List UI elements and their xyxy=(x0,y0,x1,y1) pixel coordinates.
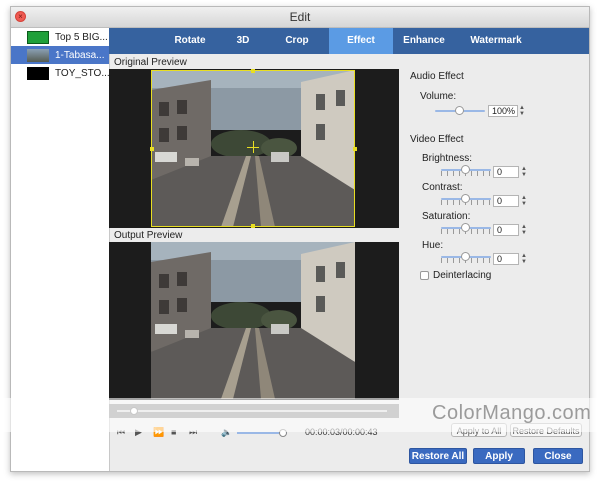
file-name: Top 5 BIG... xyxy=(55,31,108,43)
saturation-input[interactable]: 0 xyxy=(493,224,519,236)
contrast-stepper-icon[interactable]: ▲ ▼ xyxy=(520,195,528,207)
tab-bar: Rotate 3D Crop Effect Enhance Watermark xyxy=(109,28,589,54)
title-bar: × Edit xyxy=(11,7,589,28)
tab-3d[interactable]: 3D xyxy=(223,28,263,54)
volume-slider-knob[interactable] xyxy=(455,106,464,115)
audio-effect-heading: Audio Effect xyxy=(410,71,464,82)
contrast-input[interactable]: 0 xyxy=(493,195,519,207)
deinterlacing-label: Deinterlacing xyxy=(433,270,492,281)
tab-rotate[interactable]: Rotate xyxy=(157,28,223,54)
brightness-input[interactable]: 0 xyxy=(493,166,519,178)
watermark-text: ColorMango.com xyxy=(432,402,592,424)
tab-enhance[interactable]: Enhance xyxy=(397,28,451,54)
brightness-stepper-icon[interactable]: ▲ ▼ xyxy=(520,166,528,178)
saturation-label: Saturation: xyxy=(422,211,471,222)
restore-all-button[interactable]: Restore All xyxy=(409,448,467,464)
file-thumbnail xyxy=(27,66,49,80)
apply-button[interactable]: Apply xyxy=(473,448,525,464)
file-name: 1-Tabasa... xyxy=(55,49,105,61)
original-preview-label: Original Preview xyxy=(114,57,187,68)
crosshair-icon xyxy=(253,141,254,153)
file-thumbnail xyxy=(27,48,49,62)
saturation-stepper-icon[interactable]: ▲ ▼ xyxy=(520,224,528,236)
volume-input[interactable]: 100% xyxy=(488,105,518,117)
hue-input[interactable]: 0 xyxy=(493,253,519,265)
crop-handle[interactable] xyxy=(251,69,255,73)
window-title: Edit xyxy=(289,10,311,24)
crop-handle[interactable] xyxy=(251,224,255,228)
brightness-label: Brightness: xyxy=(422,153,473,164)
contrast-label: Contrast: xyxy=(422,182,463,193)
volume-stepper-icon[interactable]: ▲ ▼ xyxy=(518,105,526,117)
file-item-selected[interactable]: 1-Tabasa... xyxy=(11,46,109,64)
effect-settings-panel: Audio Effect Volume: 100% ▲ ▼ Video Effec… xyxy=(409,67,579,297)
hue-label: Hue: xyxy=(422,240,444,251)
crop-handle[interactable] xyxy=(150,147,154,151)
tab-watermark[interactable]: Watermark xyxy=(461,28,531,54)
tab-crop[interactable]: Crop xyxy=(271,28,323,54)
original-preview xyxy=(109,69,399,228)
close-button[interactable]: Close xyxy=(533,448,583,464)
crop-handle[interactable] xyxy=(353,147,357,151)
file-thumbnail xyxy=(27,30,49,44)
hue-slider-knob[interactable] xyxy=(461,252,470,261)
file-name: TOY_STO... xyxy=(55,67,110,79)
volume-label: Volume: xyxy=(420,91,457,102)
hue-stepper-icon[interactable]: ▲ ▼ xyxy=(520,253,528,265)
deinterlacing-checkbox[interactable] xyxy=(420,271,429,280)
output-video-frame xyxy=(151,242,355,399)
file-item[interactable]: Top 5 BIG... xyxy=(11,28,109,46)
street-scene-image xyxy=(151,242,355,399)
output-preview-label: Output Preview xyxy=(114,230,183,241)
output-preview xyxy=(109,242,399,400)
contrast-slider-knob[interactable] xyxy=(461,194,470,203)
saturation-slider-knob[interactable] xyxy=(461,223,470,232)
tab-effect[interactable]: Effect xyxy=(329,28,393,54)
brightness-slider-knob[interactable] xyxy=(461,165,470,174)
video-effect-heading: Video Effect xyxy=(410,134,464,145)
file-item[interactable]: TOY_STO... xyxy=(11,64,110,82)
